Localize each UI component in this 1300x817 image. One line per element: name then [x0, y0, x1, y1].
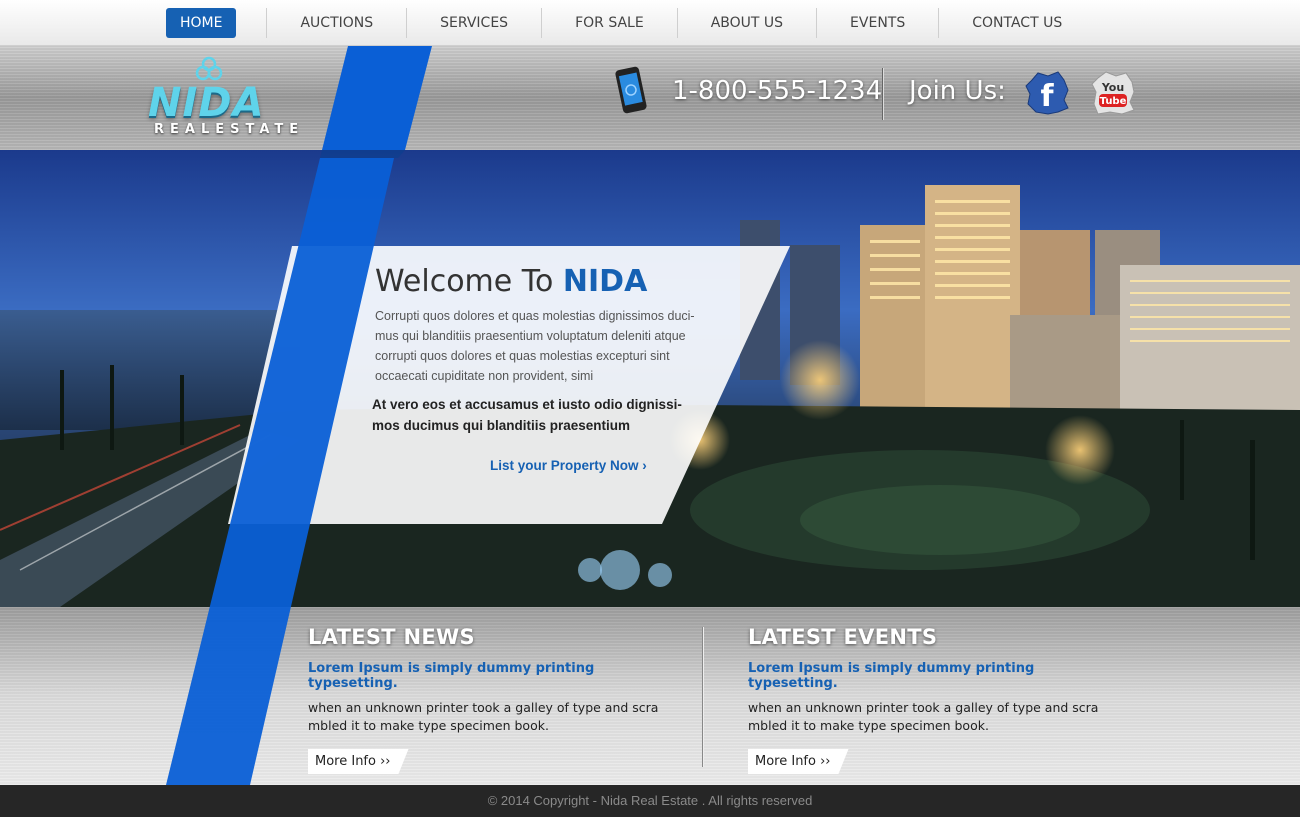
mobile-phone-icon — [615, 66, 647, 114]
nav-menu: HOME AUCTIONS SERVICES FOR SALE ABOUT US… — [166, 8, 1095, 38]
site-header: NIDA REALESTATE 1-800-555-1234 Join Us: … — [0, 46, 1300, 150]
news-text: when an unknown printer took a galley of… — [308, 700, 659, 733]
copyright-text: © 2014 Copyright - Nida Real Estate . Al… — [487, 793, 813, 808]
logo-text: NIDA — [148, 80, 265, 126]
nav-item-contact-us[interactable]: CONTACT US — [939, 8, 1095, 38]
logo[interactable]: NIDA REALESTATE — [148, 56, 318, 146]
nav-item-home[interactable]: HOME — [166, 8, 237, 38]
footer: © 2014 Copyright - Nida Real Estate . Al… — [0, 785, 1300, 817]
news-more-info-button[interactable]: More Info ›› — [308, 749, 409, 774]
hero-banner: Welcome To NIDA Corrupti quos dolores et… — [0, 150, 1300, 607]
nav-item-auctions[interactable]: AUCTIONS — [266, 8, 408, 38]
nav-item-services[interactable]: SERVICES — [407, 8, 543, 38]
news-subtitle: Lorem Ipsum is simply dummy printing typ… — [308, 661, 595, 691]
nav-item-about-us[interactable]: ABOUT US — [678, 8, 818, 38]
svg-text:You: You — [1101, 81, 1124, 94]
join-us-label: Join Us: — [909, 76, 1006, 106]
latest-news: LATEST NEWS Lorem Ipsum is simply dummy … — [308, 625, 678, 774]
phone-number[interactable]: 1-800-555-1234 — [672, 76, 882, 106]
events-more-info-button[interactable]: More Info ›› — [748, 749, 849, 774]
youtube-icon[interactable]: You Tube — [1090, 70, 1136, 116]
events-text: when an unknown printer took a galley of… — [748, 700, 1099, 733]
news-title: LATEST NEWS — [308, 625, 475, 649]
events-title: LATEST EVENTS — [748, 625, 938, 649]
latest-events: LATEST EVENTS Lorem Ipsum is simply dumm… — [748, 625, 1118, 774]
welcome-highlight: At vero eos et accusamus et iusto odio d… — [372, 397, 682, 433]
welcome-title: Welcome To NIDA — [375, 264, 648, 299]
welcome-paragraph: Corrupti quos dolores et quas molestias … — [375, 309, 695, 383]
logo-subtext: REALESTATE — [154, 122, 305, 137]
logo-emblem-icon — [195, 56, 223, 81]
facebook-letter: f — [1040, 79, 1054, 114]
column-divider — [702, 627, 703, 767]
top-navigation: HOME AUCTIONS SERVICES FOR SALE ABOUT US… — [0, 0, 1300, 46]
nav-item-for-sale[interactable]: FOR SALE — [542, 8, 678, 38]
news-events-section: LATEST NEWS Lorem Ipsum is simply dummy … — [0, 607, 1300, 785]
nav-item-events[interactable]: EVENTS — [817, 8, 940, 38]
facebook-icon[interactable]: f — [1024, 70, 1070, 116]
welcome-brand: NIDA — [562, 264, 648, 299]
header-divider — [882, 68, 883, 120]
list-property-link[interactable]: List your Property Now › — [490, 458, 647, 473]
events-subtitle: Lorem Ipsum is simply dummy printing typ… — [748, 661, 1035, 691]
svg-text:Tube: Tube — [1100, 96, 1127, 107]
